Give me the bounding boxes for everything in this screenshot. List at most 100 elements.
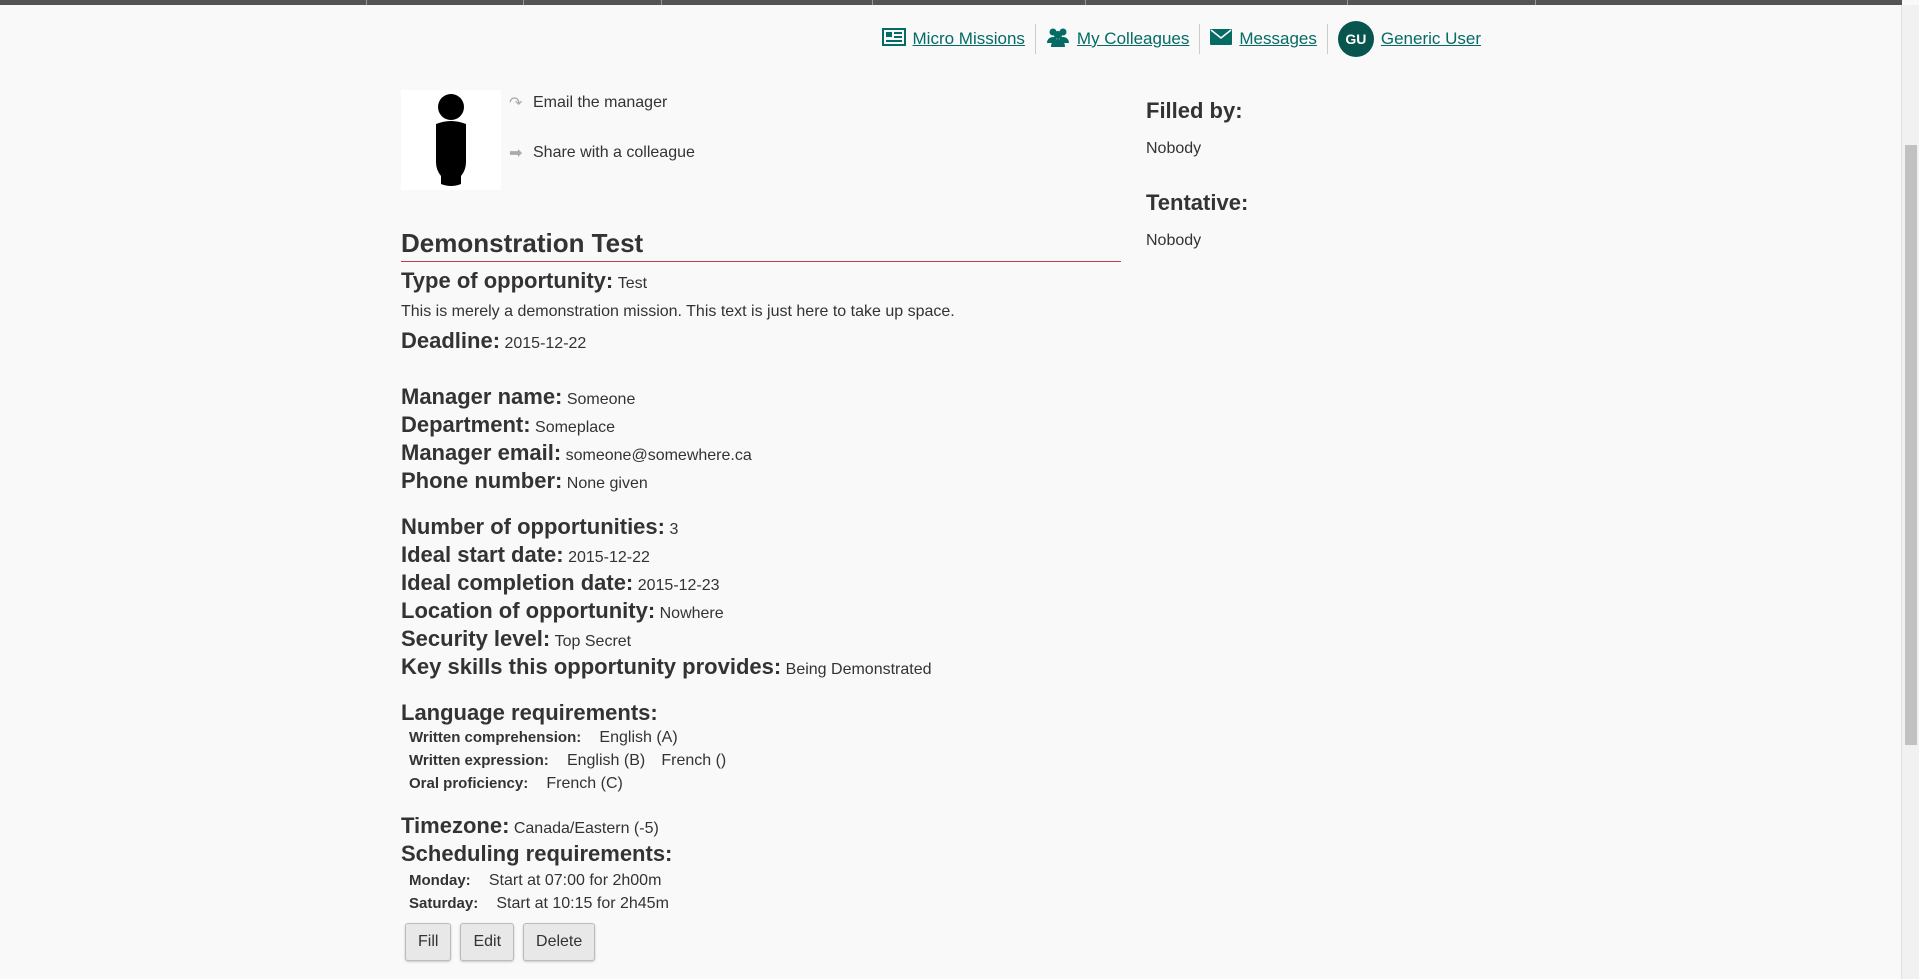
opportunity-info: Number of opportunities: 3 Ideal start d… (401, 514, 1121, 682)
scrollbar-thumb[interactable] (1905, 145, 1917, 745)
phone-row: Phone number: None given (401, 468, 1121, 496)
scheduling-row: Scheduling requirements: (401, 841, 1121, 869)
share-arrow-icon: ➡ (509, 144, 523, 162)
user-profile-link[interactable]: Generic User (1381, 29, 1481, 49)
deadline-value: 2015-12-22 (504, 335, 587, 352)
completion-date-value: 2015-12-23 (637, 577, 720, 594)
deadline-row: Deadline: 2015-12-22 (401, 328, 1121, 356)
phone-value: None given (566, 475, 648, 492)
completion-date-label: Ideal completion date: (401, 570, 634, 595)
type-row: Type of opportunity: Test (401, 268, 1121, 296)
top-nav: Micro Missions My Colleagues Messages GU… (872, 20, 1491, 58)
email-manager-action[interactable]: ↷ Email the manager (509, 90, 695, 115)
written-comprehension-row: Written comprehension: English (A) (401, 726, 1121, 749)
profile-header: ↷ Email the manager ➡ Share with a colle… (401, 90, 1121, 190)
written-comprehension-value: English (A) (599, 729, 678, 746)
micro-missions-link[interactable]: Micro Missions (913, 29, 1025, 49)
scheduling-label: Scheduling requirements: (401, 841, 673, 866)
deadline-label: Deadline: (401, 328, 501, 353)
scrollbar[interactable] (1901, 5, 1919, 979)
mission-title: Demonstration Test (401, 228, 1121, 262)
fill-button[interactable]: Fill (405, 923, 452, 961)
nav-micro-missions[interactable]: Micro Missions (872, 20, 1035, 58)
schedule-day: Monday: (409, 872, 471, 889)
skills-row: Key skills this opportunity provides: Be… (401, 654, 1121, 682)
timezone-row: Timezone: Canada/Eastern (-5) (401, 813, 1121, 841)
completion-date-row: Ideal completion date: 2015-12-23 (401, 570, 1121, 598)
num-opportunities-row: Number of opportunities: 3 (401, 514, 1121, 542)
manager-email-row: Manager email: someone@somewhere.ca (401, 440, 1121, 468)
manager-name-row: Manager name: Someone (401, 384, 1121, 412)
skills-label: Key skills this opportunity provides: (401, 654, 782, 679)
schedule-day: Saturday: (409, 895, 479, 912)
schedule-item: Monday: Start at 07:00 for 2h00m (401, 869, 1121, 892)
messages-link[interactable]: Messages (1239, 29, 1316, 49)
nav-messages[interactable]: Messages (1200, 20, 1326, 58)
written-comprehension-label: Written comprehension: (409, 729, 582, 746)
skills-value: Being Demonstrated (785, 661, 932, 678)
envelope-icon (1210, 28, 1233, 50)
manager-email-label: Manager email: (401, 440, 562, 465)
language-label: Language requirements: (401, 700, 658, 725)
edit-button[interactable]: Edit (460, 923, 515, 961)
written-expression-label: Written expression: (409, 752, 549, 769)
profile-picture (401, 90, 501, 190)
security-row: Security level: Top Secret (401, 626, 1121, 654)
num-opportunities-label: Number of opportunities: (401, 514, 665, 539)
mission-buttons: Fill Edit Delete (405, 923, 1121, 961)
phone-label: Phone number: (401, 468, 563, 493)
newspaper-icon (881, 27, 906, 51)
department-value: Someplace (535, 419, 616, 436)
location-row: Location of opportunity: Nowhere (401, 598, 1121, 626)
start-date-row: Ideal start date: 2015-12-22 (401, 542, 1121, 570)
manager-name-label: Manager name: (401, 384, 563, 409)
top-menu-strip (0, 0, 1902, 5)
manager-name-value: Someone (566, 391, 636, 408)
start-date-label: Ideal start date: (401, 542, 564, 567)
reply-arrow-icon: ↷ (509, 94, 523, 112)
filled-by-heading: Filled by: (1146, 98, 1243, 123)
security-label: Security level: (401, 626, 551, 651)
nav-my-colleagues[interactable]: My Colleagues (1036, 20, 1199, 58)
department-row: Department: Someplace (401, 412, 1121, 440)
avatar[interactable]: GU (1337, 21, 1374, 57)
profile-actions: ↷ Email the manager ➡ Share with a colle… (501, 90, 695, 190)
type-value: Test (617, 275, 648, 292)
type-label: Type of opportunity: (401, 268, 614, 293)
schedule-time: Start at 10:15 for 2h45m (496, 895, 669, 912)
location-value: Nowhere (659, 605, 724, 622)
tentative-heading: Tentative: (1146, 190, 1249, 215)
start-date-value: 2015-12-22 (568, 549, 650, 566)
manager-info: Manager name: Someone Department: Somepl… (401, 384, 1121, 496)
mission-details: ↷ Email the manager ➡ Share with a colle… (401, 90, 1121, 961)
fill-status-panel: Filled by: Nobody Tentative: Nobody (1146, 98, 1248, 250)
written-expression-value: French () (661, 752, 727, 769)
share-colleague-action[interactable]: ➡ Share with a colleague (509, 140, 695, 165)
oral-proficiency-label: Oral proficiency: (409, 775, 529, 792)
email-manager-label: Email the manager (533, 93, 668, 111)
share-colleague-label: Share with a colleague (533, 143, 695, 161)
language-requirements: Language requirements: Written comprehen… (401, 700, 1121, 795)
oral-proficiency-row: Oral proficiency: French (C) (401, 772, 1121, 795)
num-opportunities-value: 3 (669, 521, 679, 538)
oral-proficiency-value: French (C) (546, 775, 623, 792)
security-value: Top Secret (554, 633, 632, 650)
tentative-value: Nobody (1146, 232, 1202, 249)
written-expression-row: Written expression: English (B) French (… (401, 749, 1121, 772)
timezone-label: Timezone: (401, 813, 510, 838)
users-icon (1046, 27, 1070, 52)
my-colleagues-link[interactable]: My Colleagues (1077, 29, 1189, 49)
mission-description: This is merely a demonstration mission. … (401, 303, 955, 320)
nav-user[interactable]: GU Generic User (1328, 20, 1491, 58)
department-label: Department: (401, 412, 531, 437)
schedule-item: Saturday: Start at 10:15 for 2h45m (401, 892, 1121, 915)
user-silhouette-icon (436, 94, 466, 186)
manager-email-value: someone@somewhere.ca (565, 447, 752, 464)
written-expression-value: English (B) (566, 752, 646, 769)
timezone-value: Canada/Eastern (-5) (513, 820, 659, 837)
schedule-time: Start at 07:00 for 2h00m (488, 872, 662, 889)
schedule-info: Timezone: Canada/Eastern (-5) Scheduling… (401, 813, 1121, 915)
delete-button[interactable]: Delete (523, 923, 596, 961)
location-label: Location of opportunity: (401, 598, 656, 623)
filled-by-value: Nobody (1146, 140, 1202, 157)
